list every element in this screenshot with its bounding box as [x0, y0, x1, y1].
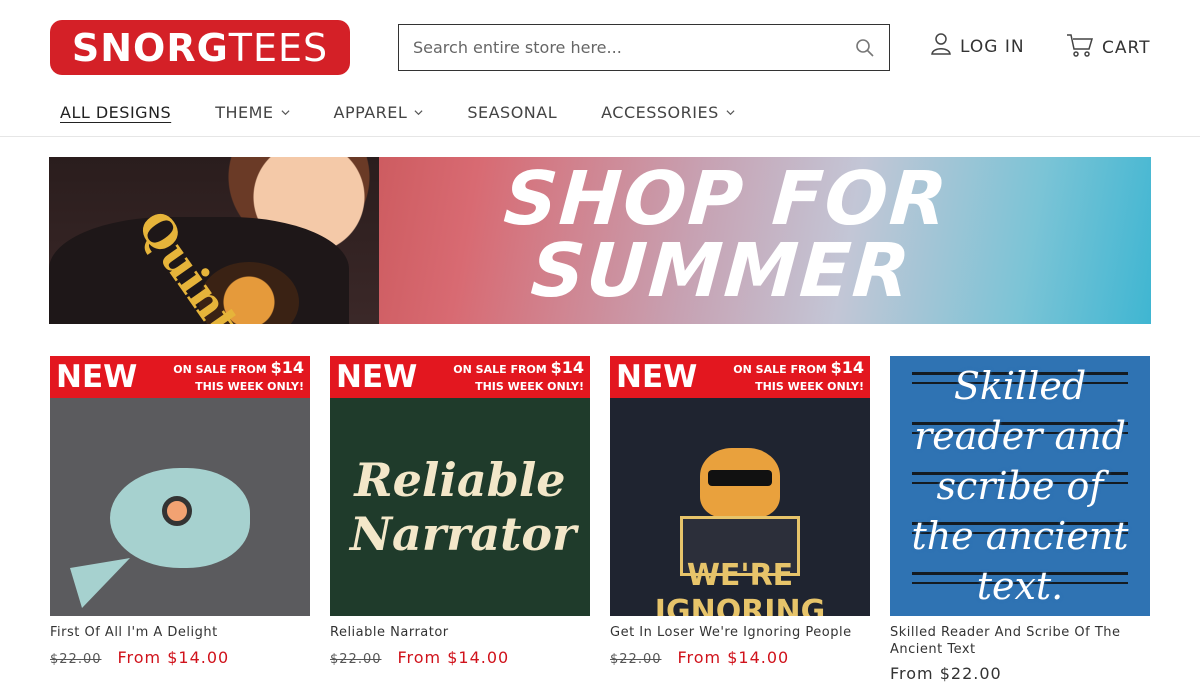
- artwork-text: Reliable Narrator: [350, 453, 577, 561]
- nav-label: THEME: [215, 103, 274, 122]
- artwork-text: WE'RE IGNORING PEOPLE: [654, 558, 826, 616]
- product-artwork: Skilled reader and scribe of the ancient…: [890, 356, 1150, 616]
- sale-text: ON SALE FROM $14 THIS WEEK ONLY!: [425, 359, 584, 395]
- nav-label: ACCESSORIES: [601, 103, 719, 122]
- nav-label: SEASONAL: [467, 103, 558, 122]
- cart-label: CART: [1102, 37, 1151, 58]
- sale-text: ON SALE FROM $14 THIS WEEK ONLY!: [705, 359, 864, 395]
- product-image[interactable]: Skilled reader and scribe of the ancient…: [890, 356, 1150, 616]
- sale-price: $14: [550, 358, 584, 377]
- sale-price: From $14.00: [397, 648, 510, 667]
- new-label: NEW: [336, 359, 418, 395]
- nav-item-seasonal[interactable]: SEASONAL: [467, 103, 557, 122]
- search-input[interactable]: [413, 38, 855, 57]
- sale-line-1: ON SALE FROM: [733, 363, 827, 376]
- sale-badge: NEW ON SALE FROM $14 THIS WEEK ONLY!: [50, 356, 310, 398]
- sale-badge: NEW ON SALE FROM $14 THIS WEEK ONLY!: [610, 356, 870, 398]
- nav-item-all-designs[interactable]: ALL DESIGNS: [60, 103, 171, 122]
- banner-line-1: SHOP FOR: [501, 157, 952, 242]
- product-card[interactable]: NEW ON SALE FROM $14 THIS WEEK ONLY! Firs…: [50, 356, 310, 667]
- product-card[interactable]: Skilled reader and scribe of the ancient…: [890, 356, 1150, 683]
- sale-price: From $14.00: [117, 648, 230, 667]
- sale-line-2: THIS WEEK ONLY!: [475, 380, 584, 393]
- product-image[interactable]: NEW ON SALE FROM $14 THIS WEEK ONLY! Reli…: [330, 356, 590, 616]
- original-price: $22.00: [50, 652, 102, 667]
- sale-price: $14: [830, 358, 864, 377]
- user-icon: [930, 32, 952, 61]
- search-icon[interactable]: [855, 38, 875, 58]
- nav-item-apparel[interactable]: APPAREL: [334, 103, 424, 122]
- sale-line-1: ON SALE FROM: [173, 363, 267, 376]
- product-artwork: Reliable Narrator: [330, 398, 590, 616]
- login-link[interactable]: LOG IN: [930, 32, 1025, 61]
- nav-item-theme[interactable]: THEME: [215, 103, 290, 122]
- product-name[interactable]: Get In Loser We're Ignoring People: [610, 624, 870, 641]
- product-price: $22.00 From $14.00: [610, 648, 870, 667]
- product-price: $22.00 From $14.00: [50, 648, 310, 667]
- banner-line-2: SUMMER: [528, 228, 915, 314]
- product-image[interactable]: NEW ON SALE FROM $14 THIS WEEK ONLY!: [50, 356, 310, 616]
- nav-label: ALL DESIGNS: [60, 103, 172, 122]
- product-card[interactable]: NEW ON SALE FROM $14 THIS WEEK ONLY! Reli…: [330, 356, 590, 667]
- sale-price: From $14.00: [677, 648, 790, 667]
- nav-item-accessories[interactable]: ACCESSORIES: [601, 103, 735, 122]
- new-label: NEW: [56, 359, 138, 395]
- fish-eye-graphic: [162, 496, 192, 526]
- product-image[interactable]: NEW ON SALE FROM $14 THIS WEEK ONLY! WE'R…: [610, 356, 870, 616]
- chevron-down-icon: [726, 110, 735, 116]
- nav-divider: [0, 136, 1200, 137]
- promo-banner[interactable]: Quints SHOP FOR SUMMER: [49, 157, 1151, 324]
- cart-link[interactable]: CART: [1066, 32, 1150, 63]
- store-logo[interactable]: SNORG TEES: [50, 20, 350, 75]
- product-name[interactable]: Skilled Reader And Scribe Of The Ancient…: [890, 624, 1150, 658]
- product-artwork: WE'RE IGNORING PEOPLE: [610, 398, 870, 616]
- sale-line-2: THIS WEEK ONLY!: [195, 380, 304, 393]
- main-nav: ALL DESIGNS THEME APPAREL SEASONAL ACCES…: [60, 103, 779, 122]
- chevron-down-icon: [414, 110, 423, 116]
- product-name[interactable]: Reliable Narrator: [330, 624, 590, 641]
- original-price: $22.00: [610, 652, 662, 667]
- sale-line-2: THIS WEEK ONLY!: [755, 380, 864, 393]
- product-card[interactable]: NEW ON SALE FROM $14 THIS WEEK ONLY! WE'R…: [610, 356, 870, 667]
- search-bar[interactable]: [398, 24, 890, 71]
- product-name[interactable]: First Of All I'm A Delight: [50, 624, 310, 641]
- product-price: From $22.00: [890, 664, 1002, 683]
- sunglasses-graphic: [708, 470, 772, 486]
- logo-text-thin: TEES: [228, 25, 329, 70]
- login-label: LOG IN: [960, 36, 1025, 57]
- product-price: $22.00 From $14.00: [330, 648, 590, 667]
- sale-badge: NEW ON SALE FROM $14 THIS WEEK ONLY!: [330, 356, 590, 398]
- artwork-text: Skilled reader and scribe of the ancient…: [911, 364, 1129, 608]
- sale-line-1: ON SALE FROM: [453, 363, 547, 376]
- sale-text: ON SALE FROM $14 THIS WEEK ONLY!: [145, 359, 304, 395]
- new-label: NEW: [616, 359, 698, 395]
- fish-tail-graphic: [70, 558, 130, 608]
- cart-icon: [1066, 32, 1094, 63]
- sale-price: $14: [270, 358, 304, 377]
- chevron-down-icon: [281, 110, 290, 116]
- nav-label: APPAREL: [333, 103, 408, 122]
- original-price: $22.00: [330, 652, 382, 667]
- banner-headline: SHOP FOR SUMMER: [394, 157, 1054, 314]
- logo-text-bold: SNORG: [71, 25, 229, 70]
- product-artwork: [50, 398, 310, 616]
